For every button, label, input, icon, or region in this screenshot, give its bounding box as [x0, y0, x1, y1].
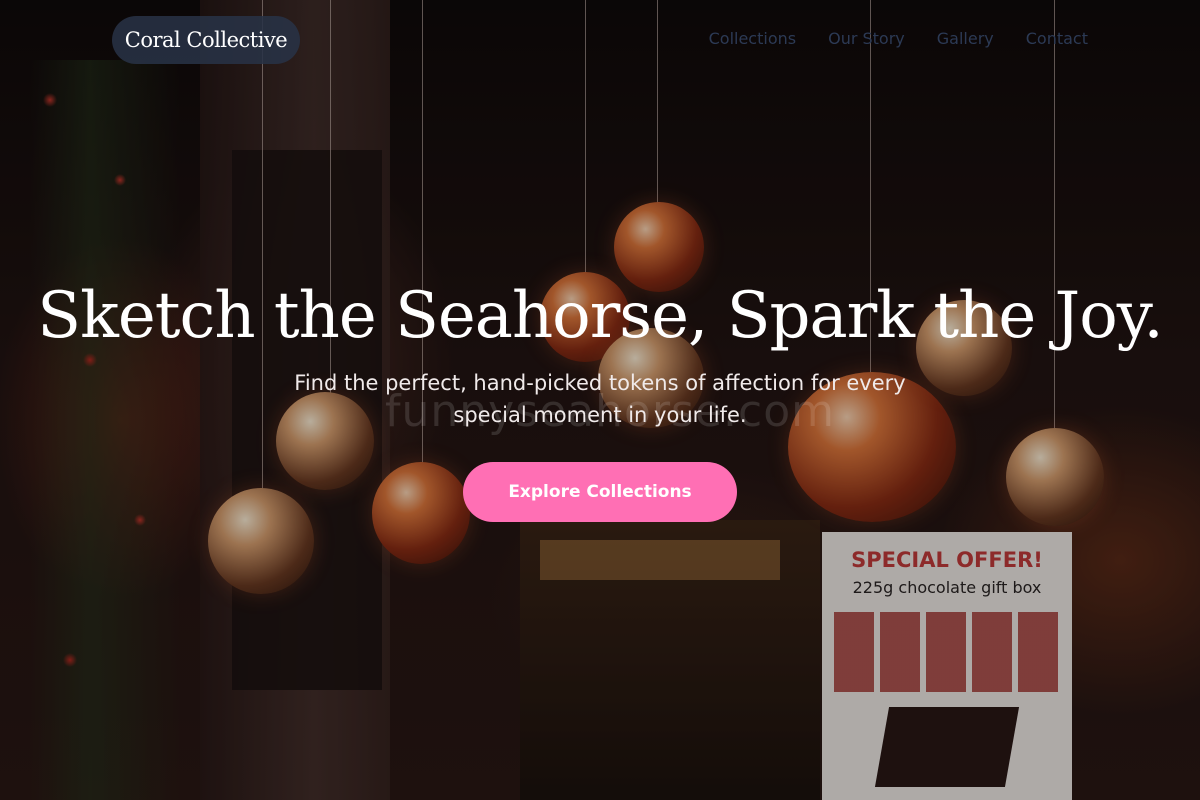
hero-headline: Sketch the Seahorse, Spark the Joy.	[37, 279, 1163, 353]
main-nav: Collections Our Story Gallery Contact	[709, 29, 1088, 48]
hero-subtext: Find the perfect, hand-picked tokens of …	[294, 371, 906, 427]
nav-link-collections[interactable]: Collections	[709, 29, 796, 48]
nav-link-contact[interactable]: Contact	[1026, 29, 1088, 48]
nav-link-gallery[interactable]: Gallery	[937, 29, 994, 48]
brand-logo[interactable]: Coral Collective	[112, 16, 300, 64]
nav-link-our-story[interactable]: Our Story	[828, 29, 905, 48]
explore-collections-button[interactable]: Explore Collections	[463, 462, 737, 522]
